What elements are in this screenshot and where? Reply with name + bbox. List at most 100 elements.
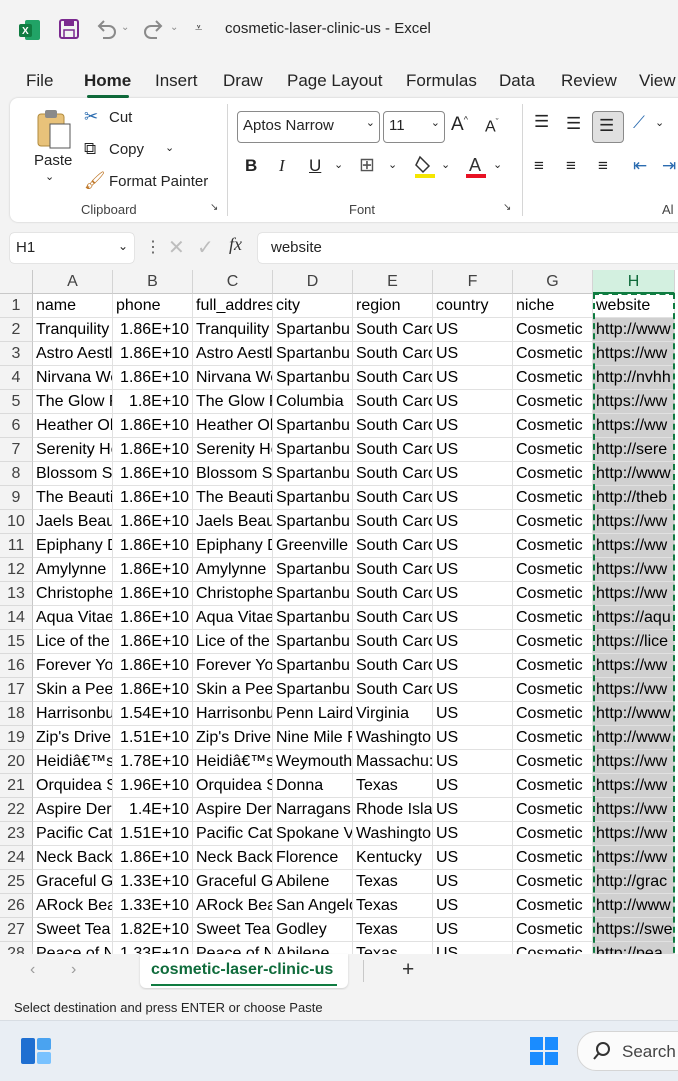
- top-align-icon[interactable]: ☰: [534, 112, 549, 132]
- row-header[interactable]: 27: [0, 918, 33, 942]
- table-cell[interactable]: 1.86E+10: [113, 318, 193, 342]
- table-cell[interactable]: Epiphany D: [193, 534, 273, 558]
- clipboard-launcher-icon[interactable]: ↘: [210, 202, 218, 213]
- table-cell[interactable]: 1.54E+10: [113, 702, 193, 726]
- table-cell[interactable]: Aspire Der: [33, 798, 113, 822]
- row-header[interactable]: 9: [0, 486, 33, 510]
- table-cell[interactable]: 1.86E+10: [113, 654, 193, 678]
- underline-dropdown-icon[interactable]: ⌄: [334, 158, 343, 171]
- table-cell[interactable]: Donna: [273, 774, 353, 798]
- header-cell[interactable]: niche: [513, 294, 593, 318]
- table-cell[interactable]: US: [433, 606, 513, 630]
- copy-dropdown-icon[interactable]: ⌄: [165, 141, 174, 154]
- table-cell[interactable]: South Caro: [353, 558, 433, 582]
- table-cell[interactable]: Orquidea S: [193, 774, 273, 798]
- table-cell[interactable]: Spartanbu: [273, 438, 353, 462]
- table-cell[interactable]: 1.86E+10: [113, 846, 193, 870]
- row-header[interactable]: 26: [0, 894, 33, 918]
- table-cell[interactable]: 1.86E+10: [113, 630, 193, 654]
- table-cell[interactable]: Cosmetic: [513, 462, 593, 486]
- header-cell[interactable]: phone: [113, 294, 193, 318]
- table-cell[interactable]: Spartanbu: [273, 582, 353, 606]
- table-cell[interactable]: Cosmetic: [513, 654, 593, 678]
- table-cell[interactable]: Virginia: [353, 702, 433, 726]
- table-cell[interactable]: Spartanbu: [273, 414, 353, 438]
- table-cell[interactable]: Spartanbu: [273, 510, 353, 534]
- table-cell[interactable]: Texas: [353, 870, 433, 894]
- save-icon[interactable]: [58, 18, 80, 40]
- table-cell[interactable]: 1.82E+10: [113, 918, 193, 942]
- table-cell[interactable]: US: [433, 750, 513, 774]
- table-cell[interactable]: Christophe: [33, 582, 113, 606]
- table-cell[interactable]: South Caro: [353, 630, 433, 654]
- table-cell[interactable]: Aqua Vitae: [193, 606, 273, 630]
- table-cell[interactable]: Spokane V: [273, 822, 353, 846]
- table-cell[interactable]: Pacific Cat: [33, 822, 113, 846]
- table-cell[interactable]: http://www: [593, 894, 675, 918]
- table-cell[interactable]: https://ww: [593, 510, 675, 534]
- column-header-f[interactable]: F: [433, 270, 513, 294]
- table-cell[interactable]: Forever Yo: [33, 654, 113, 678]
- table-cell[interactable]: South Caro: [353, 582, 433, 606]
- table-cell[interactable]: US: [433, 342, 513, 366]
- table-cell[interactable]: Heidiâ€™s: [193, 750, 273, 774]
- table-cell[interactable]: South Caro: [353, 390, 433, 414]
- table-cell[interactable]: Heather Ol: [193, 414, 273, 438]
- table-cell[interactable]: Spartanbu: [273, 558, 353, 582]
- tab-file[interactable]: File: [26, 71, 53, 91]
- table-cell[interactable]: Cosmetic: [513, 438, 593, 462]
- table-cell[interactable]: http://grac: [593, 870, 675, 894]
- table-cell[interactable]: Peace of N: [33, 942, 113, 954]
- row-header[interactable]: 8: [0, 462, 33, 486]
- bottom-align-button[interactable]: ☰: [592, 111, 624, 143]
- table-cell[interactable]: Cosmetic: [513, 414, 593, 438]
- table-cell[interactable]: US: [433, 630, 513, 654]
- redo-dropdown-icon[interactable]: ⌄: [170, 22, 178, 33]
- table-cell[interactable]: Peace of N: [193, 942, 273, 954]
- table-cell[interactable]: South Caro: [353, 342, 433, 366]
- row-header[interactable]: 21: [0, 774, 33, 798]
- table-cell[interactable]: https://ww: [593, 582, 675, 606]
- tab-home[interactable]: Home: [84, 71, 131, 91]
- align-left-icon[interactable]: ≡: [534, 156, 544, 176]
- table-cell[interactable]: Graceful G: [33, 870, 113, 894]
- table-cell[interactable]: Spartanbu: [273, 342, 353, 366]
- redo-icon[interactable]: [142, 18, 166, 40]
- table-cell[interactable]: Narragans: [273, 798, 353, 822]
- previous-sheet-icon[interactable]: ‹: [30, 961, 35, 979]
- table-cell[interactable]: South Caro: [353, 486, 433, 510]
- table-cell[interactable]: 1.86E+10: [113, 510, 193, 534]
- copy-button[interactable]: Copy: [109, 141, 144, 158]
- table-cell[interactable]: Sweet Tea: [193, 918, 273, 942]
- table-cell[interactable]: Astro Aestl: [33, 342, 113, 366]
- table-cell[interactable]: 1.51E+10: [113, 726, 193, 750]
- table-cell[interactable]: Cosmetic: [513, 942, 593, 954]
- tab-page-layout[interactable]: Page Layout: [287, 71, 382, 91]
- font-color-dropdown-icon[interactable]: ⌄: [493, 158, 502, 171]
- table-cell[interactable]: 1.78E+10: [113, 750, 193, 774]
- table-cell[interactable]: https://ww: [593, 798, 675, 822]
- table-cell[interactable]: http://pea: [593, 942, 675, 954]
- table-cell[interactable]: Christophe: [193, 582, 273, 606]
- table-cell[interactable]: 1.86E+10: [113, 558, 193, 582]
- table-cell[interactable]: US: [433, 318, 513, 342]
- copy-icon[interactable]: ⧉: [84, 139, 96, 159]
- row-header[interactable]: 15: [0, 630, 33, 654]
- row-header[interactable]: 10: [0, 510, 33, 534]
- table-cell[interactable]: Serenity He: [33, 438, 113, 462]
- tab-formulas[interactable]: Formulas: [406, 71, 477, 91]
- table-cell[interactable]: Amylynne F: [33, 558, 113, 582]
- table-cell[interactable]: 1.33E+10: [113, 870, 193, 894]
- table-cell[interactable]: US: [433, 774, 513, 798]
- table-cell[interactable]: 1.96E+10: [113, 774, 193, 798]
- table-cell[interactable]: South Caro: [353, 414, 433, 438]
- column-header-b[interactable]: B: [113, 270, 193, 294]
- table-cell[interactable]: Blossom Sa: [33, 462, 113, 486]
- middle-align-icon[interactable]: ☰: [566, 114, 581, 134]
- header-cell[interactable]: website: [593, 294, 675, 318]
- tab-view[interactable]: View: [639, 71, 676, 91]
- row-header[interactable]: 22: [0, 798, 33, 822]
- row-header[interactable]: 6: [0, 414, 33, 438]
- decrease-indent-icon[interactable]: ⇤: [633, 156, 647, 176]
- table-cell[interactable]: Cosmetic: [513, 918, 593, 942]
